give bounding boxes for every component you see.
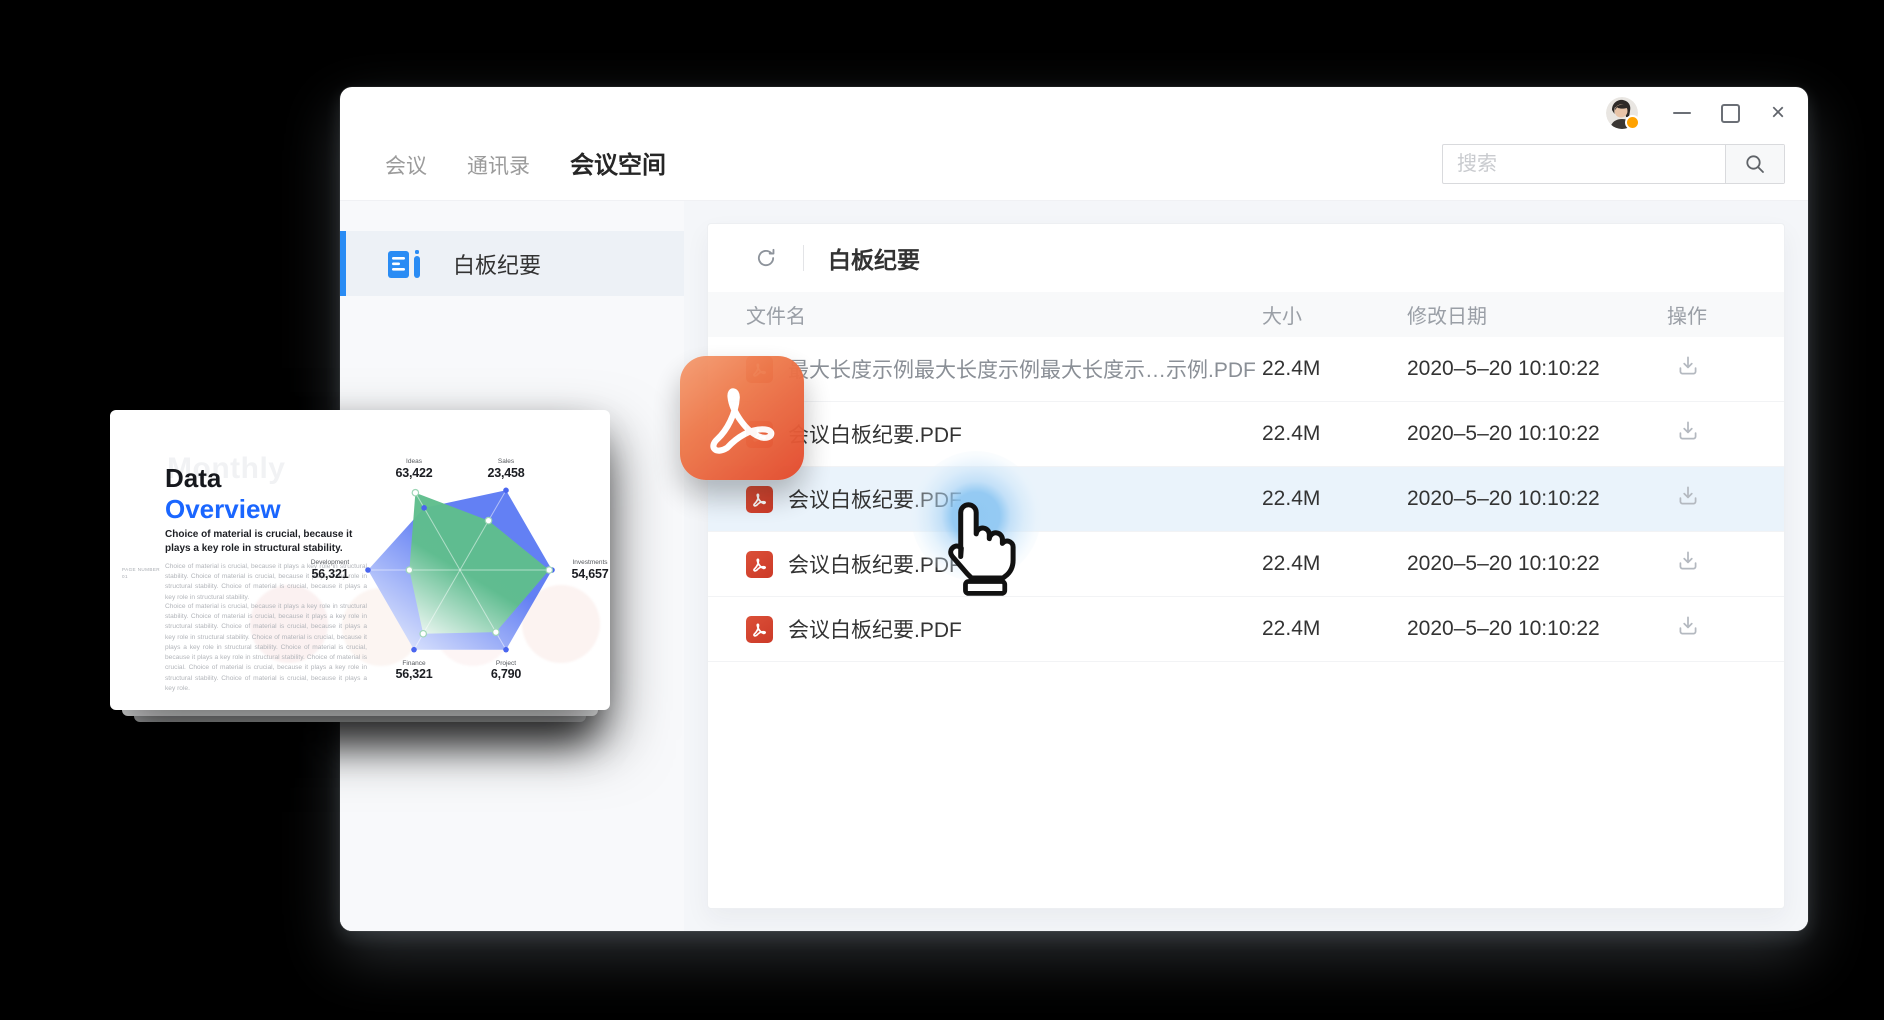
window-controls: × [1606,95,1790,131]
file-size: 22.4M [1262,422,1407,446]
document-pen-icon [387,248,423,280]
file-date: 2020–5–20 10:10:22 [1407,487,1667,511]
column-date: 修改日期 [1407,300,1667,329]
document-preview-card[interactable]: Monthly Data Overview Choice of material… [110,410,610,710]
column-size: 大小 [1262,300,1407,329]
download-button[interactable] [1675,483,1701,509]
table-row[interactable]: 会议白板纪要.PDF22.4M2020–5–20 10:10:22 [708,467,1784,532]
pdf-file-icon [746,486,773,513]
file-name: 会议白板纪要.PDF [788,419,962,449]
sidebar-item-whiteboard-minutes[interactable]: 白板纪要 [340,231,684,296]
search-icon [1743,152,1767,176]
file-date: 2020–5–20 10:10:22 [1407,552,1667,576]
radar-axis-label: Project6,790 [491,660,521,682]
search-button[interactable] [1725,145,1784,183]
maximize-icon [1721,104,1740,123]
download-button[interactable] [1675,418,1701,444]
file-date: 2020–5–20 10:10:22 [1407,422,1667,446]
file-size: 22.4M [1262,552,1407,576]
table-header: 文件名 大小 修改日期 操作 [708,292,1784,337]
main-nav: 会议 通讯录 会议空间 [385,145,666,180]
refresh-icon [753,245,779,271]
radar-axis-label: Development56,321 [311,559,349,581]
file-size: 22.4M [1262,487,1407,511]
file-size: 22.4M [1262,357,1407,381]
radar-axis-label: Finance56,321 [395,660,432,682]
file-date: 2020–5–20 10:10:22 [1407,617,1667,641]
table-row[interactable]: 会议白板纪要.PDF 22.4M2020–5–20 10:10:22 [708,597,1784,662]
table-row[interactable]: 会议白板纪要.PDF22.4M2020–5–20 10:10:22 [708,532,1784,597]
download-button[interactable] [1675,613,1701,639]
close-icon: × [1771,101,1785,125]
nav-tab-1[interactable]: 通讯录 [467,150,530,180]
pdf-file-icon [746,616,773,643]
pdf-file-icon [746,551,773,578]
minimize-icon [1673,112,1691,114]
nav-tab-0[interactable]: 会议 [385,150,427,180]
panel-header: 白板纪要 [708,224,1784,292]
header-divider [803,245,804,271]
file-table-body: 最大长度示例最大长度示例最大长度示…示例.PDF22.4M2020–5–20 1… [708,337,1784,662]
column-filename: 文件名 [708,300,1262,329]
hand-cursor-icon [932,497,1018,597]
radar-axis-label: Investments54,657 [571,559,608,581]
avatar[interactable] [1606,97,1638,129]
dragged-pdf-file-icon[interactable] [680,356,804,480]
file-size: 22.4M [1262,617,1407,641]
download-button[interactable] [1675,548,1701,574]
table-row[interactable]: 最大长度示例最大长度示例最大长度示…示例.PDF22.4M2020–5–20 1… [708,337,1784,402]
refresh-button[interactable] [753,245,779,271]
online-status-dot [1625,115,1640,130]
close-button[interactable]: × [1766,101,1790,125]
file-name: 最大长度示例最大长度示例最大长度示…示例.PDF [788,354,1256,384]
table-row[interactable]: 会议白板纪要.PDF 22.4M2020–5–20 10:10:22 [708,402,1784,467]
maximize-button[interactable] [1718,101,1742,125]
file-date: 2020–5–20 10:10:22 [1407,357,1667,381]
file-name: 会议白板纪要.PDF [788,614,962,644]
acrobat-logo-icon [698,374,786,462]
nav-tab-2[interactable]: 会议空间 [570,145,666,180]
sidebar-item-label: 白板纪要 [453,248,541,280]
radar-axis-label: Ideas63,422 [395,458,432,480]
search-input[interactable] [1443,145,1725,183]
slide-page-label: PAGE NUMBER 01 [122,566,162,581]
search-box [1442,144,1785,184]
download-button[interactable] [1675,353,1701,379]
slide-title-line1: Data [165,465,221,491]
radar-chart: Ideas63,422 Sales23,458 Investments54,657 P… [310,448,610,688]
column-actions: 操作 [1667,300,1784,329]
minimize-button[interactable] [1670,101,1694,125]
slide-title-line2: Overview [165,496,281,522]
window-header: 会议 通讯录 会议空间 × [340,87,1808,201]
radar-axis-label: Sales23,458 [487,458,524,480]
main-area: 白板纪要 文件名 大小 修改日期 操作 最大长度示例最大长度示例最大长度示…示例… [684,201,1808,931]
file-panel: 白板纪要 文件名 大小 修改日期 操作 最大长度示例最大长度示例最大长度示…示例… [707,223,1785,909]
panel-title: 白板纪要 [828,241,920,275]
